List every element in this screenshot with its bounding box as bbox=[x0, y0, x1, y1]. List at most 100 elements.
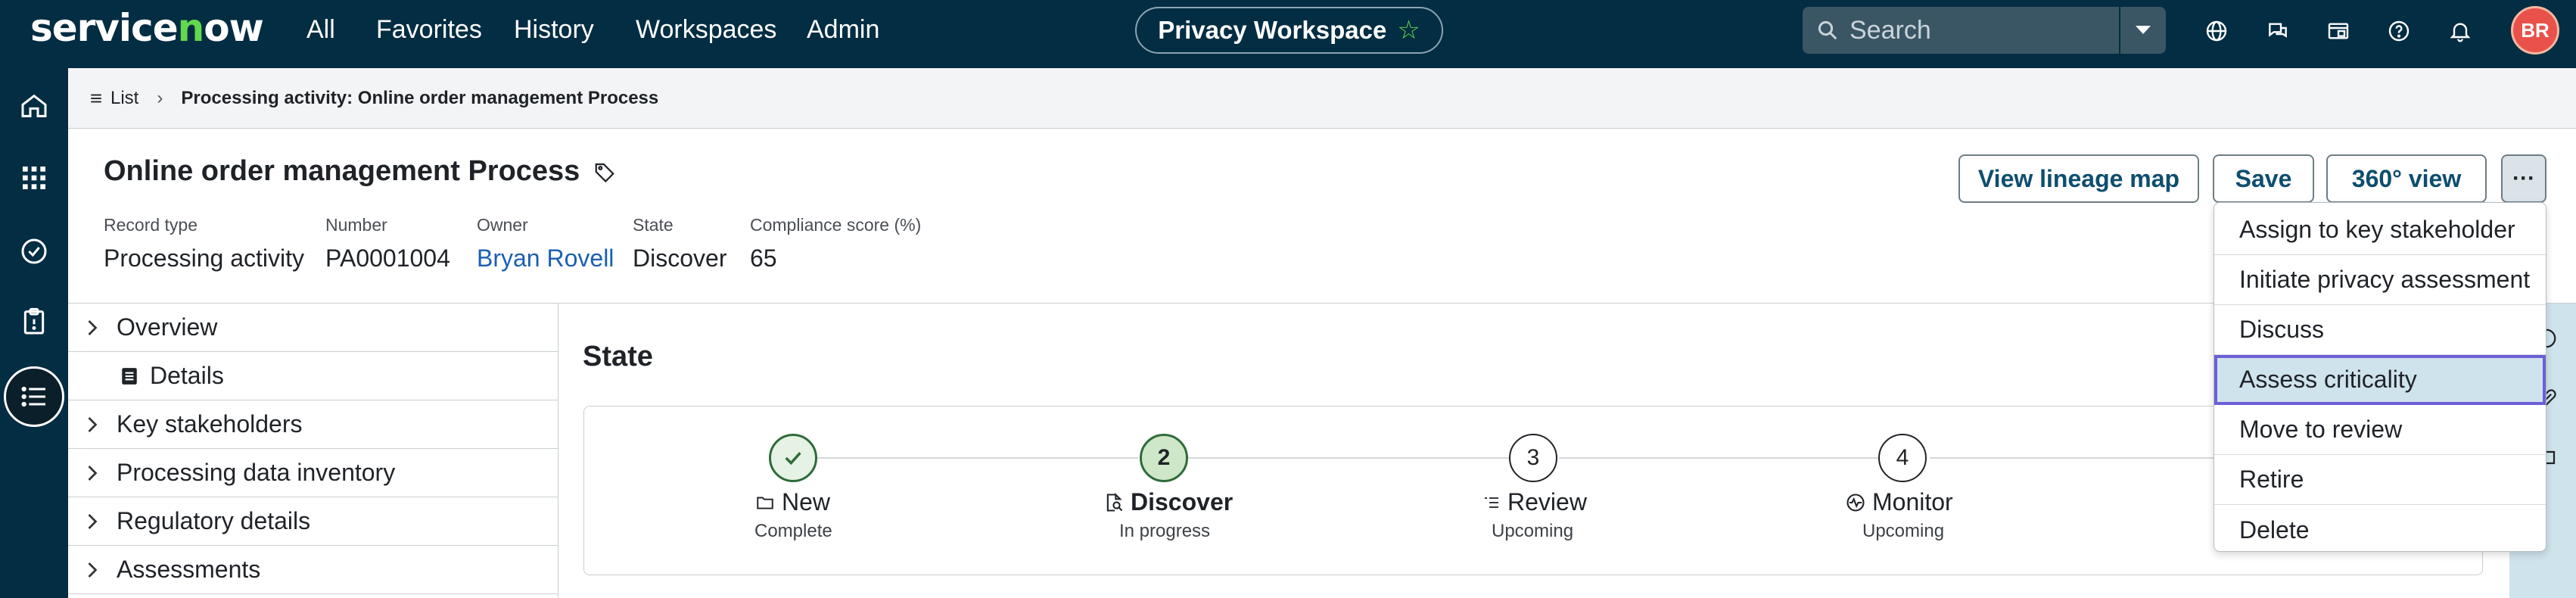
chevron-right-icon bbox=[68, 319, 117, 337]
chevron-right-icon bbox=[68, 464, 117, 482]
bell-icon[interactable] bbox=[2446, 17, 2475, 45]
field-value: 65 bbox=[750, 244, 777, 272]
caret-down-icon bbox=[2136, 26, 2151, 34]
workspace-pill[interactable]: Privacy Workspace ☆ bbox=[1135, 7, 1443, 54]
step-name-discover: Discover bbox=[1103, 488, 1233, 516]
step-status: In progress bbox=[1119, 521, 1211, 541]
field-label: Number bbox=[325, 215, 387, 235]
tree-item-details[interactable]: Details bbox=[68, 352, 558, 400]
step-connector bbox=[1188, 457, 1509, 459]
view-360-button[interactable]: 360° view bbox=[2326, 154, 2487, 203]
step-name-monitor: Monitor bbox=[1845, 488, 1953, 516]
tree-item-key-stakeholders[interactable]: Key stakeholders bbox=[68, 400, 558, 449]
pulse-icon bbox=[1846, 493, 1865, 512]
workspace-pill-label: Privacy Workspace bbox=[1158, 16, 1387, 44]
apps-grid-icon[interactable] bbox=[12, 156, 56, 200]
search-scope-dropdown[interactable] bbox=[2119, 7, 2166, 54]
user-avatar[interactable]: BR bbox=[2511, 6, 2559, 55]
menu-item-move-to-review[interactable]: Move to review bbox=[2214, 405, 2546, 455]
step-connector bbox=[1559, 457, 1880, 459]
menu-item-discuss[interactable]: Discuss bbox=[2214, 305, 2546, 355]
chevron-right-icon: › bbox=[157, 87, 163, 108]
field-label: Compliance score (%) bbox=[750, 215, 922, 235]
field-value: PA0001004 bbox=[325, 244, 450, 272]
clipboard-icon[interactable] bbox=[12, 300, 56, 344]
nav-history[interactable]: History bbox=[514, 15, 594, 45]
step-status: Upcoming bbox=[1862, 521, 1945, 541]
more-actions-button[interactable]: ··· bbox=[2501, 154, 2546, 203]
record-title: Online order management Process bbox=[104, 155, 616, 188]
help-icon[interactable] bbox=[2385, 17, 2413, 45]
star-icon[interactable]: ☆ bbox=[1397, 15, 1420, 45]
tag-icon[interactable] bbox=[593, 160, 616, 183]
view-lineage-map-button[interactable]: View lineage map bbox=[1958, 154, 2199, 203]
search-placeholder: Search bbox=[1850, 15, 1931, 45]
tree-item-regulatory-details[interactable]: Regulatory details bbox=[68, 497, 558, 546]
menu-item-retire[interactable]: Retire bbox=[2214, 455, 2546, 505]
record-section-tree: Overview Details Key stakeholders Proces… bbox=[68, 304, 558, 598]
chevron-right-icon bbox=[68, 512, 117, 531]
left-rail bbox=[0, 68, 68, 598]
tree-item-overview[interactable]: Overview bbox=[68, 304, 558, 352]
owner-link[interactable]: Bryan Rovell bbox=[477, 244, 614, 273]
menu-item-assign-key-stakeholder[interactable]: Assign to key stakeholder bbox=[2214, 205, 2546, 255]
tree-item-label: Assessments bbox=[117, 556, 261, 583]
step-complete-circle bbox=[769, 434, 817, 482]
tree-item-label: Key stakeholders bbox=[117, 410, 303, 438]
tree-item-label: Regulatory details bbox=[117, 507, 311, 534]
step-label: Review bbox=[1507, 488, 1587, 515]
chevron-right-icon bbox=[68, 416, 117, 434]
state-section-title: State bbox=[583, 341, 653, 372]
field-owner: Owner Bryan Rovell bbox=[477, 215, 614, 273]
checkmark-circle-icon[interactable] bbox=[12, 229, 56, 273]
list-lines-icon bbox=[91, 94, 101, 102]
tree-item-label: Overview bbox=[117, 313, 218, 341]
tree-item-label: Processing data inventory bbox=[117, 459, 396, 486]
list-icon bbox=[1485, 497, 1498, 508]
field-label: Owner bbox=[477, 215, 528, 235]
picture-window-icon[interactable] bbox=[2324, 17, 2353, 45]
globe-icon[interactable] bbox=[2202, 17, 2231, 45]
step-upcoming-circle: 3 bbox=[1509, 434, 1557, 482]
document-icon bbox=[122, 367, 137, 385]
step-name-review: Review bbox=[1482, 488, 1587, 516]
more-actions-menu: Assign to key stakeholder Initiate priva… bbox=[2214, 202, 2546, 552]
nav-admin[interactable]: Admin bbox=[807, 15, 879, 45]
field-record-type: Record type Processing activity bbox=[104, 215, 304, 273]
search-input[interactable]: Search bbox=[1803, 7, 2119, 54]
step-label: Monitor bbox=[1872, 488, 1953, 515]
step-status: Upcoming bbox=[1492, 521, 1574, 541]
field-value: Discover bbox=[633, 244, 727, 272]
checkmark-icon bbox=[785, 452, 801, 466]
field-label: State bbox=[633, 215, 674, 235]
tree-item-assessments[interactable]: Assessments bbox=[68, 546, 558, 594]
tree-item-processing-data-inventory[interactable]: Processing data inventory bbox=[68, 449, 558, 497]
nav-favorites[interactable]: Favorites bbox=[376, 15, 482, 45]
tree-item-label: Details bbox=[150, 362, 224, 389]
menu-item-delete[interactable]: Delete bbox=[2214, 505, 2546, 555]
nav-workspaces[interactable]: Workspaces bbox=[636, 15, 776, 45]
step-current-circle: 2 bbox=[1140, 434, 1188, 482]
chat-icon[interactable] bbox=[2263, 17, 2292, 45]
servicenow-logo[interactable]: servicenow bbox=[30, 6, 264, 50]
search-icon bbox=[1818, 20, 1837, 40]
home-icon[interactable] bbox=[12, 84, 56, 128]
nav-all[interactable]: All bbox=[306, 15, 335, 45]
breadcrumb-current: Processing activity: Online order manage… bbox=[181, 87, 659, 108]
step-connector bbox=[817, 457, 1138, 459]
field-label: Record type bbox=[104, 215, 198, 235]
chevron-right-icon bbox=[68, 561, 117, 579]
menu-item-initiate-privacy-assessment[interactable]: Initiate privacy assessment bbox=[2214, 255, 2546, 305]
breadcrumb-list-link[interactable]: List bbox=[89, 88, 138, 109]
search-doc-icon bbox=[1106, 492, 1123, 512]
field-number: Number PA0001004 bbox=[325, 215, 450, 273]
list-view-icon[interactable] bbox=[4, 366, 64, 427]
step-label: Discover bbox=[1131, 488, 1234, 515]
field-compliance-score: Compliance score (%) 65 bbox=[750, 215, 921, 273]
field-state: State Discover bbox=[633, 215, 726, 273]
step-name-new: New bbox=[754, 488, 830, 516]
folder-icon bbox=[757, 497, 773, 509]
menu-item-assess-criticality[interactable]: Assess criticality bbox=[2214, 355, 2546, 405]
save-button[interactable]: Save bbox=[2213, 154, 2314, 203]
record-title-text: Online order management Process bbox=[104, 155, 580, 187]
